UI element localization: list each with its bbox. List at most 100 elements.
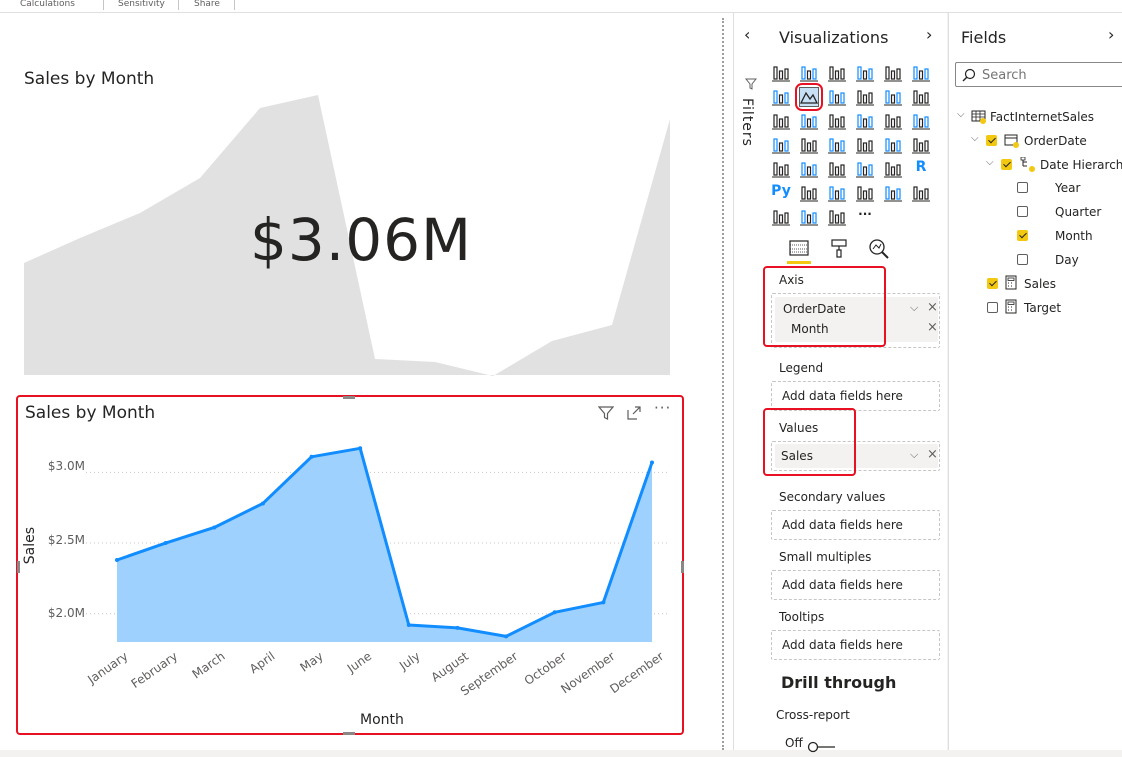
decomposition-tree-icon[interactable] <box>827 183 847 203</box>
smart-narrative-icon[interactable] <box>883 183 903 203</box>
shape-map-icon[interactable] <box>827 135 847 155</box>
qa-icon[interactable] <box>855 183 875 203</box>
year-checkbox[interactable] <box>1017 182 1028 193</box>
fields-build-tab-icon[interactable] <box>789 238 809 262</box>
arcgis-map-icon[interactable] <box>771 207 791 227</box>
sales-checkbox[interactable] <box>987 278 998 289</box>
azure-map-icon[interactable] <box>855 135 875 155</box>
collapse-fields-chevron-icon[interactable]: › <box>1108 25 1114 44</box>
remove-values-field-close-icon[interactable]: × <box>927 447 938 462</box>
area-chart-icon[interactable] <box>799 87 819 107</box>
line-chart-icon[interactable] <box>771 87 791 107</box>
more-visuals-icon[interactable]: ··· <box>855 207 875 227</box>
data-point[interactable] <box>407 623 411 627</box>
cross-report-toggle[interactable] <box>807 738 837 757</box>
legend-well[interactable]: Add data fields here <box>771 381 940 411</box>
matrix-icon[interactable] <box>883 159 903 179</box>
data-point[interactable] <box>553 610 557 614</box>
collapse-visualizations-chevron-icon[interactable]: › <box>926 25 932 44</box>
table-expand-chevron-icon[interactable]: ⌵ <box>957 109 965 120</box>
month-field[interactable]: Month <box>1055 229 1093 243</box>
data-point[interactable] <box>650 460 654 464</box>
kpi-visual[interactable]: Sales by Month $3.06M <box>0 13 712 393</box>
100-column-icon[interactable] <box>911 63 931 83</box>
analytics-magnifier-icon[interactable] <box>868 238 890 264</box>
fields-search-box[interactable] <box>955 62 1122 87</box>
month-checkbox[interactable] <box>1017 230 1028 241</box>
clustered-column-icon[interactable] <box>855 63 875 83</box>
quarter-field[interactable]: Quarter <box>1055 205 1101 219</box>
multi-row-card-icon[interactable] <box>771 159 791 179</box>
quarter-checkbox[interactable] <box>1017 206 1028 217</box>
pie-chart-icon[interactable] <box>855 111 875 131</box>
key-influencers-icon[interactable] <box>799 183 819 203</box>
table-icon[interactable] <box>855 159 875 179</box>
day-field[interactable]: Day <box>1055 253 1079 267</box>
remove-axis-field-close-icon[interactable]: × <box>927 300 938 315</box>
clustered-bar-icon[interactable] <box>827 63 847 83</box>
date-hierarchy-checkbox[interactable] <box>1001 159 1012 170</box>
data-point[interactable] <box>455 626 459 630</box>
scatter-icon[interactable] <box>827 111 847 131</box>
date-hierarchy-field[interactable]: Date Hierarchy <box>1040 158 1122 172</box>
filled-map-icon[interactable] <box>799 135 819 155</box>
100-bar-icon[interactable] <box>883 63 903 83</box>
axis-field-chevron-down-icon[interactable]: ⌵ <box>910 301 918 315</box>
donut-chart-icon[interactable] <box>883 111 903 131</box>
secondary-values-well[interactable]: Add data fields here <box>771 510 940 540</box>
paginated-report-icon[interactable] <box>911 183 931 203</box>
year-field[interactable]: Year <box>1055 181 1080 195</box>
slicer-icon[interactable] <box>827 159 847 179</box>
stacked-column-icon[interactable] <box>799 63 819 83</box>
python-visual-icon[interactable]: Py <box>771 183 791 203</box>
active-tab-indicator <box>787 261 811 264</box>
data-point[interactable] <box>212 525 216 529</box>
kpi-icon[interactable] <box>799 159 819 179</box>
remove-axis-subfield-close-icon[interactable]: × <box>927 320 938 335</box>
small-multiples-well[interactable]: Add data fields here <box>771 570 940 600</box>
map-icon[interactable] <box>771 135 791 155</box>
ribbon-tab-share[interactable]: Share <box>194 0 220 10</box>
line-column-icon[interactable] <box>855 87 875 107</box>
funnel-icon[interactable] <box>799 111 819 131</box>
table-name[interactable]: FactInternetSales <box>990 110 1094 124</box>
sales-area-fill <box>117 448 652 642</box>
ribbon-chart-icon[interactable] <box>911 87 931 107</box>
stacked-bar-icon[interactable] <box>771 63 791 83</box>
orderdate-field[interactable]: OrderDate <box>1024 134 1087 148</box>
waterfall-icon[interactable] <box>771 111 791 131</box>
day-checkbox[interactable] <box>1017 254 1028 265</box>
expand-filters-chevron-icon[interactable]: ‹ <box>744 25 750 44</box>
data-point[interactable] <box>358 446 362 450</box>
line-clustered-column-icon[interactable] <box>883 87 903 107</box>
filters-pane[interactable]: ‹ Filters <box>733 13 768 750</box>
r-script-icon[interactable]: R <box>911 159 931 179</box>
area-chart-visual[interactable]: Sales by Month ··· Sales $3.0M $2.5M $2.… <box>16 395 684 735</box>
stacked-area-icon[interactable] <box>827 87 847 107</box>
power-automate-icon[interactable] <box>827 207 847 227</box>
kpi-background-area <box>0 13 712 393</box>
canvas-splitter[interactable] <box>712 13 733 750</box>
tooltips-well[interactable]: Add data fields here <box>771 630 940 660</box>
gauge-icon[interactable] <box>883 135 903 155</box>
power-apps-icon[interactable] <box>799 207 819 227</box>
format-paint-roller-icon[interactable] <box>829 238 849 262</box>
data-point[interactable] <box>115 558 119 562</box>
orderdate-expand-chevron-icon[interactable]: ⌵ <box>971 133 979 144</box>
data-point[interactable] <box>261 501 265 505</box>
sales-field[interactable]: Sales <box>1024 277 1056 291</box>
ribbon-tab-sensitivity[interactable]: Sensitivity <box>118 0 165 10</box>
treemap-icon[interactable] <box>911 111 931 131</box>
search-input[interactable] <box>980 65 1122 85</box>
data-point[interactable] <box>310 455 314 459</box>
values-field-chevron-down-icon[interactable]: ⌵ <box>910 448 918 462</box>
data-point[interactable] <box>601 600 605 604</box>
card-icon[interactable] <box>911 135 931 155</box>
orderdate-checkbox[interactable] <box>986 135 997 146</box>
target-checkbox[interactable] <box>987 302 998 313</box>
target-field[interactable]: Target <box>1024 301 1061 315</box>
data-point[interactable] <box>164 541 168 545</box>
hierarchy-expand-chevron-icon[interactable]: ⌵ <box>986 157 994 168</box>
ribbon-tab-calculations[interactable]: Calculations <box>20 0 75 10</box>
data-point[interactable] <box>504 634 508 638</box>
